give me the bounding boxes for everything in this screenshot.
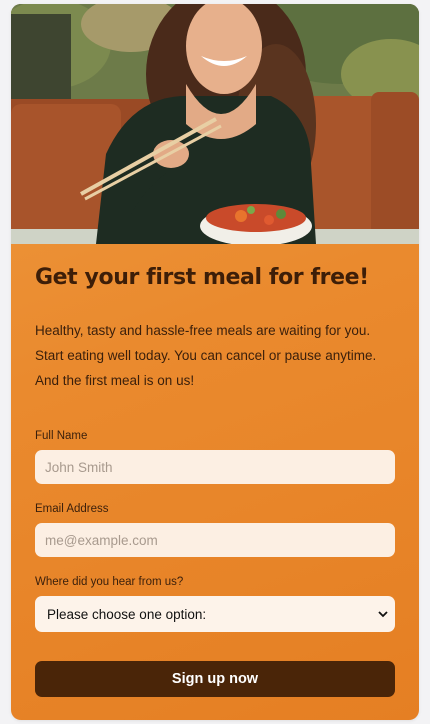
page-title: Get your first meal for free! (35, 265, 369, 290)
chevron-down-icon (378, 611, 388, 618)
full-name-group: Full Name (35, 430, 395, 484)
hero-photo (11, 4, 419, 244)
email-group: Email Address (35, 503, 395, 557)
full-name-field[interactable] (35, 450, 395, 484)
full-name-label: Full Name (35, 430, 88, 442)
sign-up-button[interactable]: Sign up now (35, 661, 395, 697)
source-group: Where did you hear from us? Please choos… (35, 576, 395, 632)
source-select-value: Please choose one option: (47, 606, 207, 622)
hero-image (11, 4, 419, 244)
signup-card: Get your first meal for free! Healthy, t… (11, 4, 419, 720)
source-label: Where did you hear from us? (35, 576, 184, 588)
intro-text: Healthy, tasty and hassle-free meals are… (35, 323, 377, 388)
source-select[interactable]: Please choose one option: (35, 596, 395, 632)
signup-content: Get your first meal for free! Healthy, t… (35, 264, 395, 393)
email-field[interactable] (35, 523, 395, 557)
email-label: Email Address (35, 503, 109, 515)
